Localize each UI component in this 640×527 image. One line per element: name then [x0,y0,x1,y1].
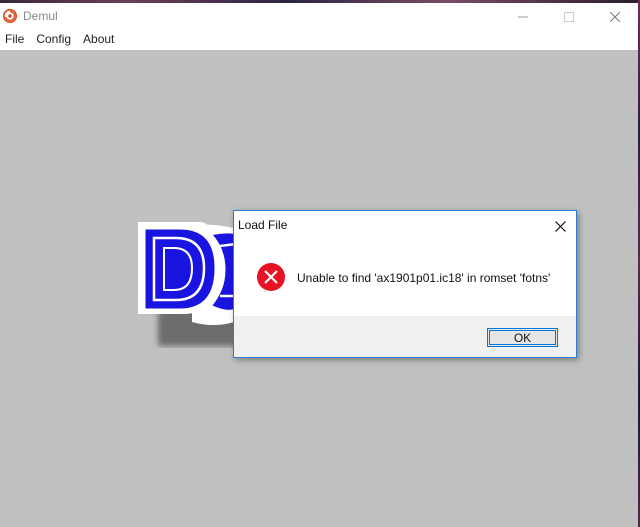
dialog-close-button[interactable] [548,215,572,237]
close-icon [610,11,620,22]
demul-logo [138,222,236,346]
menu-file[interactable]: File [0,30,30,48]
menu-bar: File Config About [0,30,638,48]
minimize-button[interactable] [500,3,546,30]
close-icon [554,220,566,232]
menu-config[interactable]: Config [30,30,77,48]
maximize-button[interactable] [546,3,592,30]
dialog-footer: OK [234,316,576,357]
title-bar[interactable]: Demul [0,3,638,30]
error-icon [257,263,285,291]
menu-about[interactable]: About [77,30,120,48]
close-button[interactable] [592,3,638,30]
dialog-title: Load File [238,218,288,232]
maximize-icon [564,11,574,22]
window-title: Demul [23,9,58,23]
dialog-message: Unable to find 'ax1901p01.ic18' in romse… [297,271,551,285]
dreamcast-swirl-icon [3,9,17,23]
load-file-dialog: Load File Unable to find 'ax1901p01.ic18… [233,210,577,358]
minimize-icon [518,16,528,17]
ok-button[interactable]: OK [487,328,558,347]
